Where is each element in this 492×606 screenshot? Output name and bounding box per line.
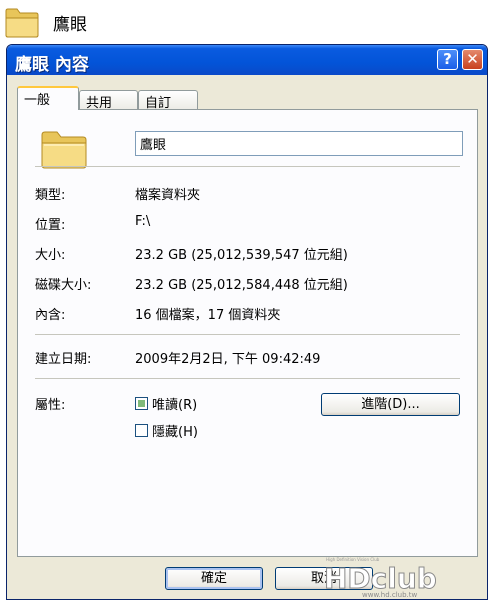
size-label: 大小: xyxy=(35,248,66,263)
hdclub-watermark-logo: High Definition Vision Club HDclub www.h… xyxy=(324,557,438,599)
window-title: 鷹眼 內容 xyxy=(15,55,89,75)
help-button[interactable]: ? xyxy=(437,49,458,70)
ok-button[interactable]: 確定 xyxy=(165,567,263,590)
title-bar[interactable]: 鷹眼 內容 ? ✕ xyxy=(7,45,487,75)
readonly-checkbox[interactable] xyxy=(135,397,148,410)
folder-name-input[interactable] xyxy=(135,131,463,156)
size-on-disk-label: 磁碟大小: xyxy=(35,278,92,293)
folder-icon[interactable] xyxy=(4,4,40,40)
desktop-folder-label[interactable]: 鷹眼 xyxy=(53,10,87,35)
contains-label: 內含: xyxy=(35,308,66,323)
tab-sharing[interactable]: 共用 xyxy=(79,90,138,111)
type-label: 類型: xyxy=(35,188,66,203)
contains-value: 16 個檔案，17 個資料夾 xyxy=(135,308,281,323)
location-label: 位置: xyxy=(35,218,66,233)
created-value: 2009年2月2日, 下午 09:42:49 xyxy=(135,352,321,367)
close-button[interactable]: ✕ xyxy=(462,49,483,70)
size-on-disk-value: 23.2 GB (25,012,584,448 位元組) xyxy=(135,278,348,293)
size-value: 23.2 GB (25,012,539,547 位元組) xyxy=(135,248,348,263)
separator xyxy=(35,378,460,379)
advanced-button[interactable]: 進階(D)... xyxy=(321,393,460,416)
location-value: F:\ xyxy=(135,214,151,229)
hidden-checkbox[interactable] xyxy=(135,424,148,437)
type-value: 檔案資料夾 xyxy=(135,188,201,203)
readonly-checkbox-label[interactable]: 唯讀(R) xyxy=(152,394,197,413)
attributes-label: 屬性: xyxy=(35,398,66,413)
separator xyxy=(35,334,460,335)
tab-general[interactable]: 一般 xyxy=(17,86,79,110)
separator xyxy=(35,166,460,167)
properties-dialog: 鷹眼 內容 ? ✕ 一般 共用 自訂 類型: 檔案資料夾 位置: F:\ 大小:… xyxy=(6,44,488,600)
hidden-checkbox-label[interactable]: 隱藏(H) xyxy=(152,421,198,440)
folder-icon xyxy=(41,131,87,169)
created-label: 建立日期: xyxy=(35,352,92,367)
svg-text:www.hd.club.tw: www.hd.club.tw xyxy=(362,591,418,599)
tab-customize[interactable]: 自訂 xyxy=(138,90,198,111)
general-panel: 類型: 檔案資料夾 位置: F:\ 大小: 23.2 GB (25,012,53… xyxy=(17,109,478,557)
